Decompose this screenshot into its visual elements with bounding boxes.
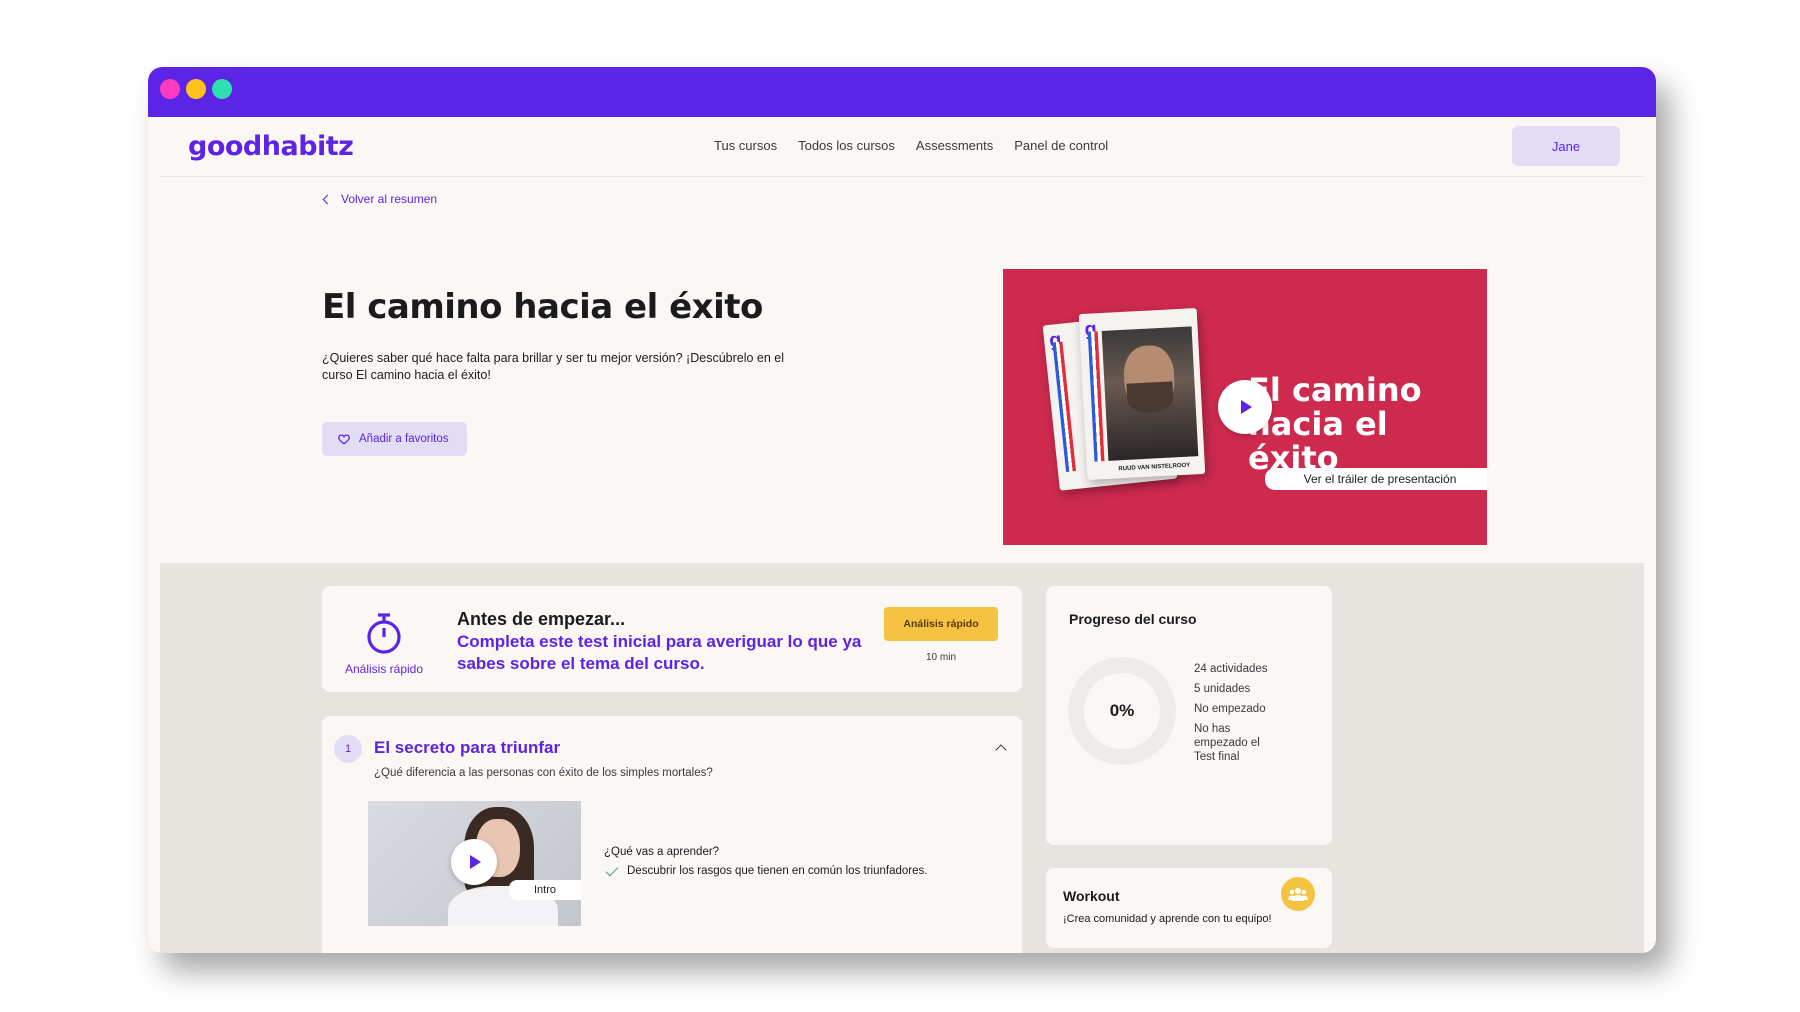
learn-item: Descubrir los rasgos que tienen en común…	[605, 863, 928, 877]
close-window-dot[interactable]	[160, 79, 180, 99]
nav-link-assessments[interactable]: Assessments	[916, 138, 993, 153]
unit-card: 1 El secreto para triunfar ¿Qué diferenc…	[322, 716, 1022, 953]
goodhabitz-logo[interactable]: goodhabitz	[188, 131, 354, 162]
course-title: El camino hacia el éxito	[322, 287, 763, 327]
browser-window: goodhabitz Tus cursos Todos los cursos A…	[148, 67, 1656, 953]
before-start-title: Antes de empezar...	[457, 609, 626, 629]
trailer-caption[interactable]: Ver el tráiler de presentación	[1265, 468, 1487, 490]
player-card-front: g RUUD VAN NISTELROOY	[1078, 308, 1206, 480]
nav-link-tus-cursos[interactable]: Tus cursos	[714, 138, 777, 153]
progress-title: Progreso del curso	[1069, 611, 1197, 627]
intro-video-thumbnail[interactable]: Intro	[368, 801, 581, 926]
workout-card[interactable]: Workout ¡Crea comunidad y aprende con tu…	[1046, 868, 1332, 948]
intro-label: Intro	[509, 880, 581, 900]
back-link-label: Volver al resumen	[341, 192, 438, 206]
course-description: ¿Quieres saber qué hace falta para brill…	[322, 351, 785, 382]
favorites-label: Añadir a favoritos	[359, 433, 449, 445]
learn-question: ¿Qué vas a aprender?	[604, 846, 720, 858]
units-count: 5 unidades	[1194, 683, 1251, 695]
progress-status: No empezado	[1194, 703, 1266, 715]
maximize-window-dot[interactable]	[212, 79, 232, 99]
quick-analysis-label: Análisis rápido	[344, 662, 424, 676]
chevron-up-icon[interactable]	[995, 744, 1007, 756]
play-trailer-button[interactable]	[1218, 380, 1272, 434]
workout-subtitle: ¡Crea comunidad y aprende con tu equipo!	[1063, 913, 1272, 925]
quick-analysis-button[interactable]: Análisis rápido	[884, 607, 998, 641]
progress-percent: 0%	[1109, 701, 1135, 720]
people-icon	[1288, 888, 1308, 901]
before-start-card: Análisis rápido Antes de empezar... Comp…	[322, 586, 1022, 692]
page-viewport: goodhabitz Tus cursos Todos los cursos A…	[160, 117, 1644, 953]
course-content-area: Análisis rápido Antes de empezar... Comp…	[160, 563, 1644, 953]
nav-link-panel-de-control[interactable]: Panel de control	[1014, 138, 1108, 153]
progress-ring: 0%	[1068, 657, 1176, 765]
learn-item-text: Descubrir los rasgos que tienen en común…	[627, 865, 928, 877]
chevron-left-icon	[322, 194, 333, 204]
nav-links: Tus cursos Todos los cursos Assessments …	[714, 138, 1108, 153]
add-to-favorites-button[interactable]: Añadir a favoritos	[322, 422, 467, 456]
unit-description: ¿Qué diferencia a las personas con éxito…	[374, 767, 713, 779]
course-progress-card: Progreso del curso 0% 24 actividades 5 u…	[1046, 586, 1332, 845]
stopwatch-icon	[367, 613, 401, 654]
heart-icon	[338, 434, 350, 445]
unit-number-badge: 1	[334, 735, 362, 763]
nav-link-todos-los-cursos[interactable]: Todos los cursos	[798, 138, 895, 153]
check-icon	[605, 863, 619, 876]
play-icon	[470, 855, 481, 869]
final-test-status: No has empezado el Test final	[1194, 723, 1260, 763]
quick-analysis-duration: 10 min	[925, 652, 956, 663]
team-icon[interactable]	[1281, 877, 1315, 911]
window-titlebar	[148, 67, 1656, 117]
back-to-summary-link[interactable]: Volver al resumen	[322, 192, 438, 206]
activities-count: 24 actividades	[1194, 663, 1268, 675]
workout-title: Workout	[1063, 888, 1120, 904]
progress-stats: 24 actividades 5 unidades No empezado No…	[1194, 662, 1274, 770]
minimize-window-dot[interactable]	[186, 79, 206, 99]
play-intro-button[interactable]	[451, 839, 497, 885]
top-navbar: goodhabitz Tus cursos Todos los cursos A…	[160, 117, 1644, 177]
before-start-subtitle: Completa este test inicial para averigua…	[457, 632, 862, 673]
course-trailer-video[interactable]: g g RUUD VAN NISTELROOY El camino hacia …	[1003, 269, 1487, 545]
play-icon	[1241, 400, 1252, 414]
trailer-title: El camino hacia el éxito	[1248, 371, 1422, 477]
unit-title[interactable]: El secreto para triunfar	[374, 738, 560, 758]
user-menu-button[interactable]: Jane	[1512, 126, 1620, 166]
player-card-name: RUUD VAN NISTELROOY	[1118, 462, 1191, 473]
